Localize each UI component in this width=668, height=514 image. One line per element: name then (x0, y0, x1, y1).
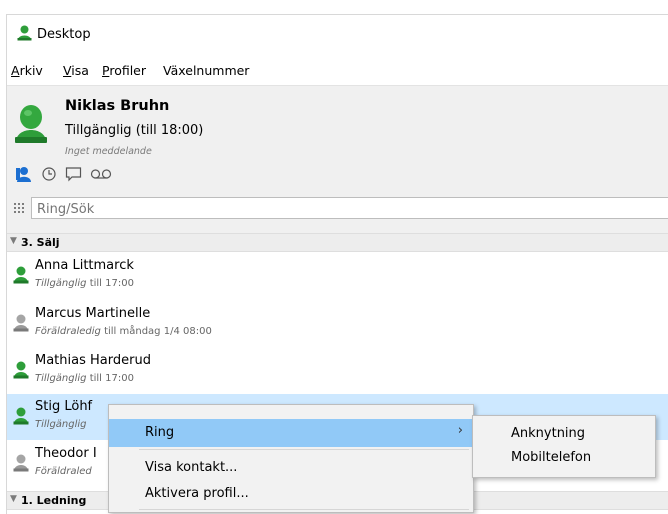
presence-away-icon (13, 314, 29, 336)
title-bar: Desktop (7, 15, 668, 51)
presence-available-icon (13, 407, 29, 429)
context-menu: Ring › Visa kontakt... Aktivera profil..… (108, 404, 474, 513)
profile-status[interactable]: Tillgänglig (till 18:00) (65, 123, 203, 138)
menu-visa[interactable]: Visa (63, 63, 89, 78)
contact-status: Tillgänglig till 17:00 (35, 278, 134, 289)
presence-available-icon (13, 266, 29, 288)
group-header-salj[interactable]: ▼ 3. Sälj (7, 233, 668, 252)
contact-row[interactable]: Marcus Martinelle Föräldraledig till mån… (7, 301, 668, 347)
menu-arkiv[interactable]: Arkiv (11, 63, 43, 78)
menu-profiler[interactable]: Profiler (102, 63, 146, 78)
contact-name: Anna Littmarck (35, 258, 134, 273)
contacts-icon[interactable] (15, 166, 31, 186)
menu-item-aktivera-profil[interactable]: Aktivera profil... (109, 480, 473, 508)
menu-bar: Arkiv Visa Profiler Växelnummer (7, 59, 668, 81)
contact-row[interactable]: Mathias Harderud Tillgänglig till 17:00 (7, 348, 668, 394)
presence-away-icon (13, 454, 29, 476)
profile-name[interactable]: Niklas Bruhn (65, 98, 169, 114)
contact-status: Tillgänglig till 17:00 (35, 373, 134, 384)
menu-item-ring[interactable]: Ring › (109, 419, 473, 447)
submenu-item-anknytning[interactable]: Anknytning (473, 422, 655, 446)
submenu-ring: Anknytning Mobiltelefon (472, 415, 656, 478)
profile-message[interactable]: Inget meddelande (65, 146, 152, 157)
contact-row[interactable]: Anna Littmarck Tillgänglig till 17:00 (7, 253, 668, 299)
menu-separator (139, 449, 469, 450)
avatar-available-icon[interactable] (14, 104, 48, 148)
profile-panel: Niklas Bruhn Tillgänglig (till 18:00) In… (7, 85, 668, 252)
contact-status: Föräldraledig till måndag 1/4 08:00 (35, 326, 212, 337)
contact-name: Stig Löhf (35, 399, 93, 414)
search-box (31, 197, 668, 220)
contact-status: Föräldraled (35, 466, 92, 477)
contact-name: Mathias Harderud (35, 353, 151, 368)
chat-icon[interactable] (65, 166, 82, 186)
window-title: Desktop (37, 27, 91, 42)
contact-name: Marcus Martinelle (35, 306, 151, 321)
menu-separator (139, 509, 469, 510)
history-icon[interactable] (41, 166, 57, 186)
user-icon (17, 25, 32, 45)
presence-available-icon (13, 361, 29, 383)
contact-status: Tillgänglig (35, 419, 87, 430)
dialpad-icon[interactable] (14, 200, 26, 219)
voicemail-icon[interactable] (90, 166, 112, 186)
contact-name: Theodor I (35, 446, 97, 461)
collapse-arrow-icon[interactable]: ▼ (10, 236, 17, 246)
menu-item-visa-kontakt[interactable]: Visa kontakt... (109, 454, 473, 482)
search-input[interactable] (32, 199, 668, 220)
submenu-item-mobiltelefon[interactable]: Mobiltelefon (473, 446, 655, 470)
collapse-arrow-icon[interactable]: ▼ (10, 494, 17, 504)
menu-vaxelnummer[interactable]: Växelnummer (163, 63, 249, 78)
submenu-arrow-icon: › (457, 423, 463, 438)
